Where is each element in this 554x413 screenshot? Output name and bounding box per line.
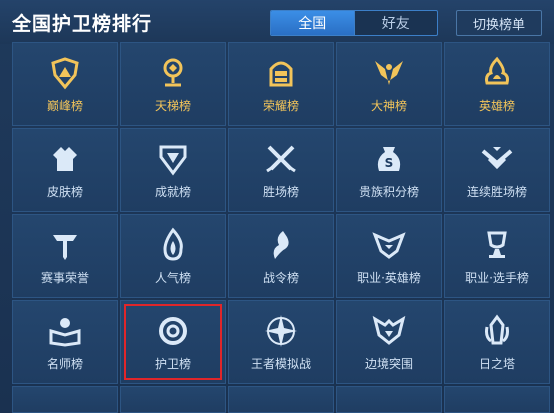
- leaderboard-tile[interactable]: 巅峰榜: [12, 42, 118, 126]
- leaderboard-tile[interactable]: 赛事荣誉: [12, 214, 118, 298]
- leaderboard-tile[interactable]: 荣耀榜: [228, 42, 334, 126]
- mentor-book-icon: [45, 311, 85, 351]
- leaderboard-tile[interactable]: 王者模拟战: [228, 300, 334, 384]
- noble-bag-icon: S: [369, 139, 409, 179]
- leaderboard-tile-label: 王者模拟战: [250, 357, 311, 371]
- leaderboard-tile-label: 贵族积分榜: [358, 185, 419, 199]
- leaderboard-tile[interactable]: 连续胜场榜: [444, 128, 550, 212]
- ladder-icon: [153, 53, 193, 93]
- leaderboard-tile[interactable]: 成就榜: [120, 128, 226, 212]
- leaderboard-tile-label: 巅峰榜: [46, 99, 83, 113]
- leaderboard-tile-label: 职业·选手榜: [465, 271, 529, 285]
- partial-row: [12, 386, 550, 413]
- leaderboard-tile[interactable]: 日之塔: [444, 300, 550, 384]
- leaderboard-tile-partial[interactable]: [12, 386, 118, 413]
- pro-hero-icon: [369, 225, 409, 265]
- page-title: 全国护卫榜排行: [12, 13, 153, 35]
- leaderboard-tile-label: 皮肤榜: [46, 185, 83, 199]
- winstreak-chevron-icon: [477, 139, 517, 179]
- leaderboard-tile-label: 人气榜: [154, 271, 191, 285]
- leaderboard-tile-label: 边境突围: [364, 357, 413, 371]
- scope-tabs: 全国 好友: [270, 10, 438, 36]
- achievement-icon: [153, 139, 193, 179]
- leaderboard-grid: 巅峰榜 天梯榜 荣耀榜 大神榜 英雄榜皮肤榜 成就榜 胜场榜 S 贵族积分榜 连续胜场榜赛事荣誉 人…: [12, 42, 550, 384]
- leaderboard-tile-label: 战令榜: [262, 271, 299, 285]
- border-breakout-icon: [369, 311, 409, 351]
- master-wings-icon: [369, 53, 409, 93]
- leaderboard-tile-label: 胜场榜: [262, 185, 299, 199]
- leaderboard-tile-label: 护卫榜: [154, 357, 191, 371]
- leaderboard-tile-label: 赛事荣誉: [40, 271, 89, 285]
- leaderboard-tile-label: 大神榜: [370, 99, 407, 113]
- leaderboard-tile-label: 职业·英雄榜: [357, 271, 421, 285]
- leaderboard-tile[interactable]: 天梯榜: [120, 42, 226, 126]
- leaderboard-screen: 全国护卫榜排行 全国 好友 切换榜单 巅峰榜 天梯榜 荣耀榜 大神榜 英雄榜皮肤榜 成就榜…: [0, 0, 554, 413]
- leaderboard-tile[interactable]: 职业·英雄榜: [336, 214, 442, 298]
- leaderboard-tile[interactable]: 边境突围: [336, 300, 442, 384]
- hero-flame-icon: [477, 53, 517, 93]
- leaderboard-tile[interactable]: 英雄榜: [444, 42, 550, 126]
- sun-tower-icon: [477, 311, 517, 351]
- leaderboard-tile-partial[interactable]: [228, 386, 334, 413]
- leaderboard-tile-label: 成就榜: [154, 185, 191, 199]
- tab-friends[interactable]: 好友: [355, 11, 438, 35]
- auto-chess-star-icon: [261, 311, 301, 351]
- crossed-swords-icon: [261, 139, 301, 179]
- leaderboard-tile[interactable]: 大神榜: [336, 42, 442, 126]
- leaderboard-tile[interactable]: 胜场榜: [228, 128, 334, 212]
- leaderboard-tile[interactable]: S 贵族积分榜: [336, 128, 442, 212]
- leaderboard-tile-label: 名师榜: [46, 357, 83, 371]
- leaderboard-tile[interactable]: 战令榜: [228, 214, 334, 298]
- leaderboard-tile[interactable]: 皮肤榜: [12, 128, 118, 212]
- tab-national[interactable]: 全国: [271, 11, 355, 35]
- guardian-ring-icon: [153, 311, 193, 351]
- leaderboard-tile-label: 天梯榜: [154, 99, 191, 113]
- peak-icon: [45, 53, 85, 93]
- leaderboard-tile-label: 荣耀榜: [262, 99, 299, 113]
- leaderboard-tile[interactable]: 职业·选手榜: [444, 214, 550, 298]
- switch-list-button[interactable]: 切换榜单: [456, 10, 542, 36]
- popularity-flame-icon: [153, 225, 193, 265]
- glory-helmet-icon: [261, 53, 301, 93]
- svg-text:S: S: [385, 156, 394, 170]
- leaderboard-tile[interactable]: 名师榜: [12, 300, 118, 384]
- leaderboard-tile-partial[interactable]: [336, 386, 442, 413]
- tournament-sword-icon: [45, 225, 85, 265]
- battle-pass-icon: [261, 225, 301, 265]
- skin-shirt-icon: [45, 139, 85, 179]
- leaderboard-tile-label: 日之塔: [478, 357, 515, 371]
- header-bar: 全国护卫榜排行 全国 好友 切换榜单: [0, 0, 554, 44]
- leaderboard-tile-label: 英雄榜: [478, 99, 515, 113]
- pro-player-trophy-icon: [477, 225, 517, 265]
- leaderboard-tile[interactable]: 护卫榜: [120, 300, 226, 384]
- leaderboard-tile-label: 连续胜场榜: [466, 185, 527, 199]
- leaderboard-tile-partial[interactable]: [444, 386, 550, 413]
- leaderboard-tile-partial[interactable]: [120, 386, 226, 413]
- leaderboard-tile[interactable]: 人气榜: [120, 214, 226, 298]
